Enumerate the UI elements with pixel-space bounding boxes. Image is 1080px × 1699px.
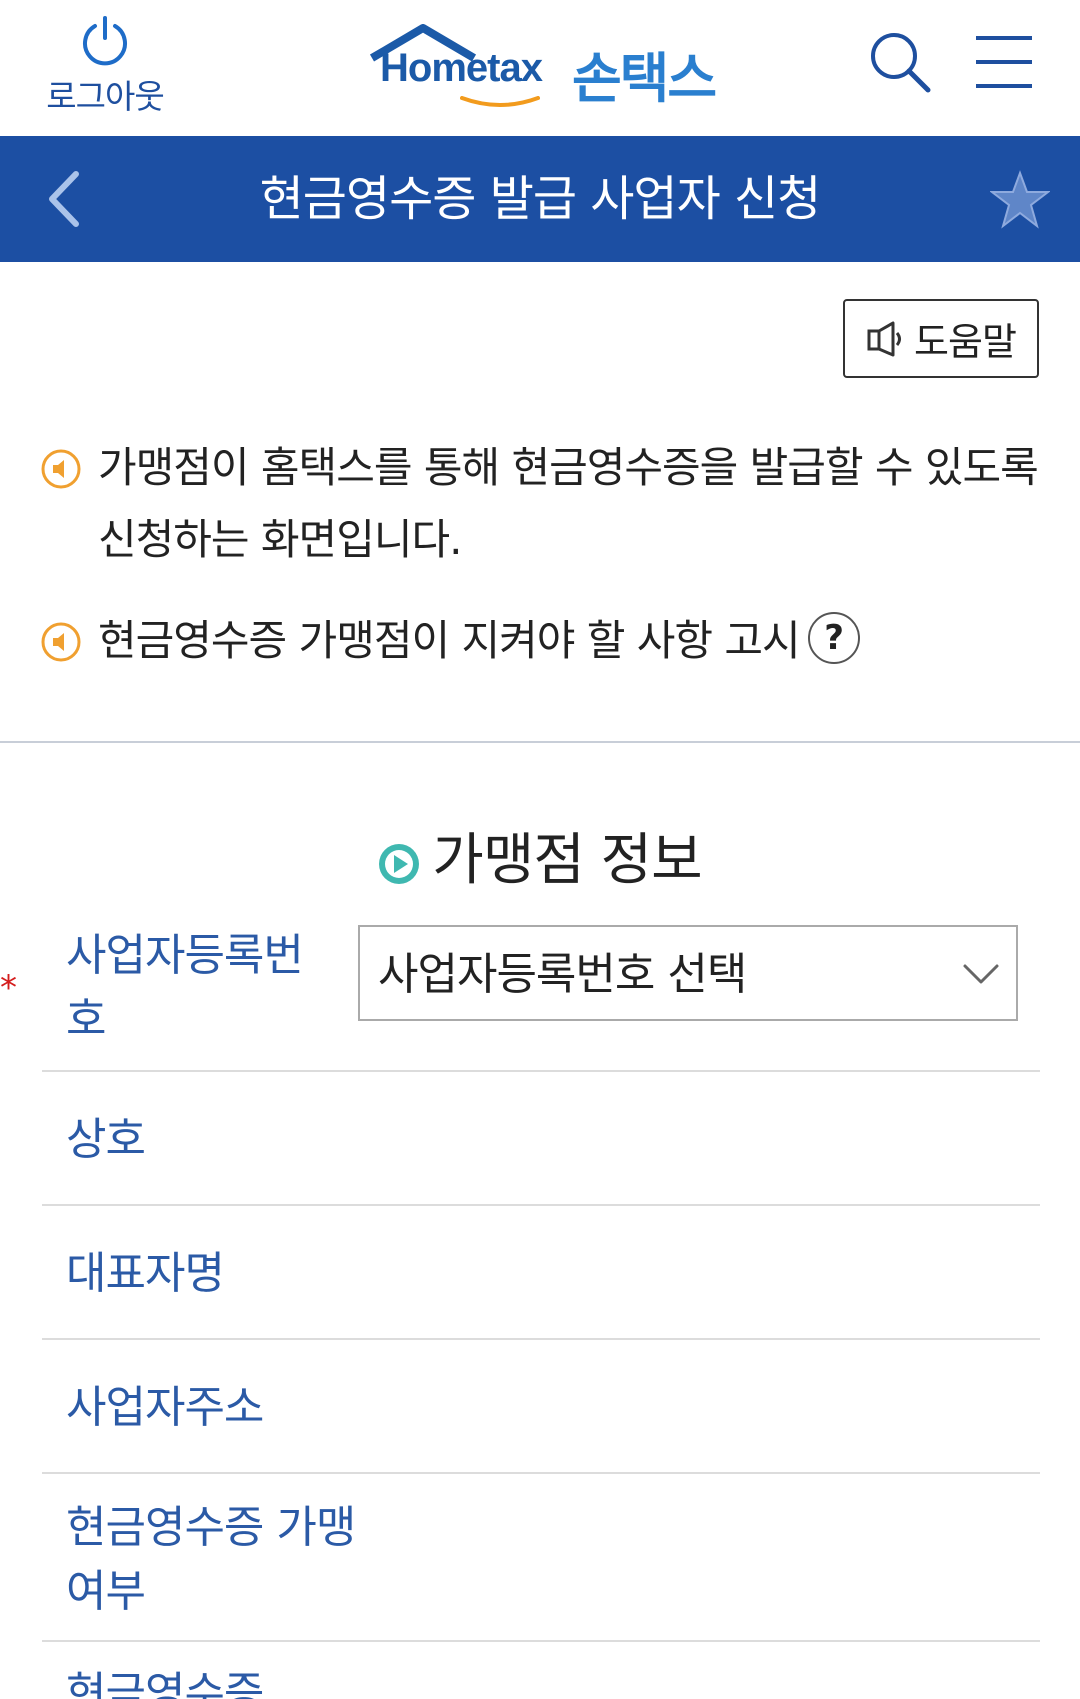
favorite-button[interactable]	[989, 170, 1051, 230]
speaker-bullet-icon	[41, 449, 81, 489]
question-icon[interactable]: ?	[807, 612, 860, 664]
help-label: 도움말	[914, 320, 1017, 364]
form-row-representative: 대표자명	[42, 1206, 1040, 1340]
form-row-cash-receipt: 현금영수증	[42, 1642, 1040, 1699]
notice-link[interactable]: 현금영수증 가맹점이 지켜야 할 사항 고시?	[40, 605, 1040, 677]
divider	[0, 741, 1080, 743]
help-button[interactable]: 도움말	[843, 299, 1039, 378]
menu-button[interactable]	[974, 34, 1034, 90]
logo-smile-icon	[460, 96, 540, 107]
chevron-down-icon	[963, 964, 999, 984]
cash-receipt-label: 현금영수증	[66, 1668, 264, 1699]
notice-text[interactable]: 현금영수증 가맹점이 지켜야 할 사항 고시	[98, 616, 801, 665]
business-name-label: 상호	[66, 1114, 146, 1165]
biz-reg-no-select[interactable]: 사업자등록번호 선택	[358, 925, 1018, 1021]
representative-label: 대표자명	[66, 1248, 225, 1299]
section-title: 가맹점 정보	[0, 815, 1080, 896]
search-icon	[871, 33, 931, 93]
star-icon	[989, 170, 1051, 229]
section-title-text: 가맹점 정보	[432, 828, 702, 893]
form-row-business-address: 사업자주소	[42, 1340, 1040, 1474]
biz-reg-no-select-value: 사업자등록번호 선택	[378, 949, 747, 1000]
merchant-status-label: 현금영수증 가맹여부	[66, 1502, 356, 1617]
required-mark: *	[0, 968, 17, 1008]
notice-text: 가맹점이 홈택스를 통해 현금영수증을 발급할 수 있도록 신청하는 화면입니다…	[98, 443, 1039, 564]
play-circle-icon	[379, 844, 420, 884]
speaker-bullet-icon	[41, 622, 81, 662]
logo-en: Hometax	[380, 46, 543, 90]
biz-reg-no-label: 사업자등록번호	[66, 930, 304, 1045]
business-address-label: 사업자주소	[66, 1382, 264, 1433]
search-button[interactable]	[868, 30, 932, 94]
form-row-merchant-status: 현금영수증 가맹여부	[42, 1474, 1040, 1642]
form-row-biz-reg-no: 사업자등록번호 사업자등록번호 선택	[42, 922, 1040, 1072]
title-bar: 현금영수증 발급 사업자 신청	[0, 136, 1080, 262]
notice-item: 현금영수증 가맹점이 지켜야 할 사항 고시?	[40, 605, 1040, 677]
page-title: 현금영수증 발급 사업자 신청	[259, 171, 822, 227]
top-bar: 로그아웃 Hometax 손택스	[0, 0, 1080, 136]
logout-button[interactable]: 로그아웃	[40, 14, 170, 118]
notice-item: 가맹점이 홈택스를 통해 현금영수증을 발급할 수 있도록 신청하는 화면입니다…	[40, 432, 1040, 576]
power-icon	[83, 16, 127, 66]
chevron-left-icon	[49, 171, 79, 227]
form-row-business-name: 상호	[42, 1072, 1040, 1206]
speaker-icon	[867, 321, 902, 356]
hometax-logo[interactable]: Hometax 손택스	[360, 20, 720, 110]
hamburger-menu-icon	[976, 36, 1032, 88]
logout-label: 로그아웃	[46, 77, 164, 116]
logo-ko: 손택스	[572, 47, 717, 110]
back-button[interactable]	[40, 166, 90, 232]
